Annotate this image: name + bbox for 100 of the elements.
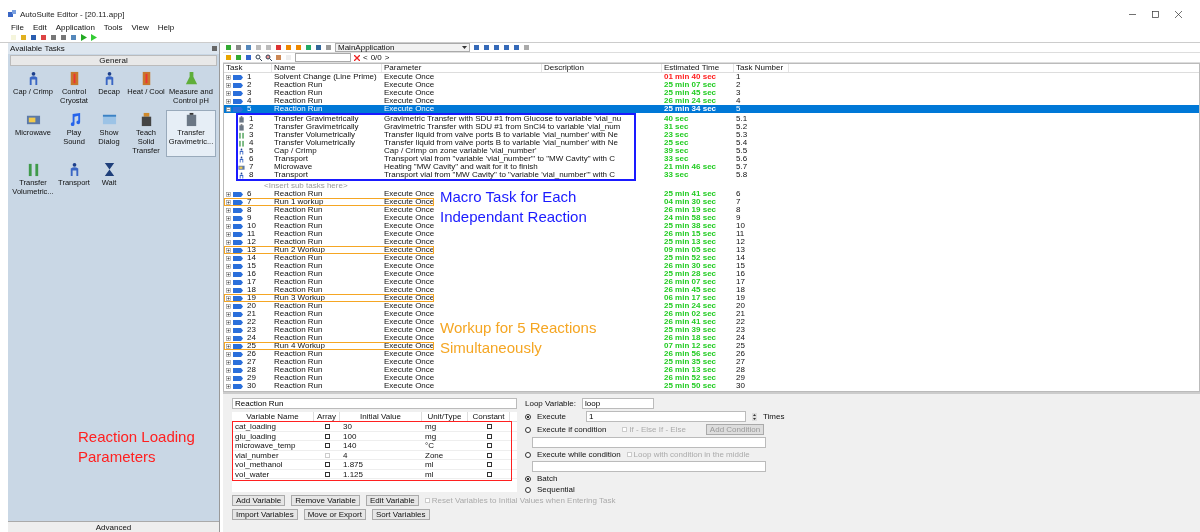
- expand-icon[interactable]: [226, 247, 231, 253]
- array-checkbox[interactable]: [324, 424, 330, 429]
- column-header[interactable]: Unit/Type: [422, 412, 468, 422]
- task-number: 21: [735, 310, 745, 318]
- next-button[interactable]: >: [384, 53, 390, 62]
- column-header[interactable]: Parameter: [382, 64, 542, 72]
- radio-button[interactable]: [525, 426, 531, 433]
- menu-item[interactable]: Tools: [103, 22, 123, 32]
- menu-item[interactable]: Edit: [32, 22, 47, 32]
- expand-icon[interactable]: [226, 82, 231, 88]
- constant-checkbox[interactable]: [486, 452, 492, 458]
- array-checkbox[interactable]: [324, 433, 330, 439]
- radio-button[interactable]: [525, 413, 531, 420]
- array-checkbox[interactable]: [324, 471, 330, 477]
- clear-icon[interactable]: [354, 54, 360, 61]
- menu-item[interactable]: Help: [157, 22, 175, 32]
- variable-button[interactable]: Move or Export: [303, 509, 366, 520]
- column-header[interactable]: Task: [224, 64, 272, 72]
- expand-icon[interactable]: [226, 375, 231, 381]
- expand-icon[interactable]: [226, 191, 231, 197]
- condition-field[interactable]: [532, 437, 766, 448]
- task-number: 5.8: [735, 171, 748, 179]
- expand-icon[interactable]: [226, 327, 231, 333]
- group-header[interactable]: General: [10, 55, 217, 66]
- constant-checkbox[interactable]: [486, 462, 492, 467]
- expand-icon[interactable]: [226, 287, 231, 293]
- array-checkbox[interactable]: [324, 443, 330, 448]
- expand-icon[interactable]: [226, 303, 231, 309]
- flask-icon: [183, 71, 199, 86]
- menu-item[interactable]: File: [11, 22, 24, 32]
- collapse-icon[interactable]: [226, 106, 231, 112]
- expand-icon[interactable]: [226, 271, 231, 277]
- constant-checkbox[interactable]: [486, 471, 492, 477]
- column-header[interactable]: Estimated Time: [662, 64, 734, 72]
- task-number: 23: [735, 326, 745, 334]
- menu-item[interactable]: Application: [55, 22, 95, 32]
- expand-icon[interactable]: [226, 199, 231, 205]
- radio-button[interactable]: [525, 475, 531, 482]
- column-header[interactable]: Name: [272, 64, 382, 72]
- column-header[interactable]: Description: [542, 64, 662, 72]
- menu-item[interactable]: View: [131, 22, 149, 32]
- column-header[interactable]: Initial Value: [340, 412, 422, 422]
- task-name: Reaction Run: [273, 81, 323, 89]
- task-index: 15: [246, 262, 256, 270]
- search-field[interactable]: [295, 53, 351, 62]
- array-checkbox[interactable]: [324, 462, 330, 467]
- search-icon[interactable]: [265, 54, 272, 61]
- task-index: 2: [248, 123, 254, 131]
- variable-button[interactable]: Edit Variable: [366, 495, 419, 506]
- loop-variable-field[interactable]: loop: [582, 398, 654, 409]
- estimated-time: 06 min 17 sec: [663, 294, 717, 302]
- expand-icon[interactable]: [226, 367, 231, 373]
- expand-icon[interactable]: [226, 231, 231, 237]
- expand-icon[interactable]: [226, 383, 231, 389]
- task-name-field[interactable]: Reaction Run: [232, 398, 517, 409]
- expand-icon[interactable]: [226, 311, 231, 317]
- close-icon[interactable]: [1175, 10, 1182, 18]
- variable-button[interactable]: Remove Variable: [291, 495, 360, 506]
- previous-button[interactable]: <: [363, 53, 368, 62]
- task-parameter: Gravimetric Transfer with SDU #1 from Glucose to variable 'vial_nu: [383, 115, 622, 123]
- expand-icon[interactable]: [226, 319, 231, 325]
- expand-icon[interactable]: [226, 335, 231, 341]
- expand-icon[interactable]: [226, 215, 231, 221]
- maximize-icon[interactable]: [1152, 10, 1159, 18]
- group-header[interactable]: Advanced: [8, 521, 219, 532]
- expand-icon[interactable]: [226, 74, 231, 80]
- variable-button[interactable]: Sort Variables: [371, 509, 430, 520]
- expand-icon[interactable]: [226, 263, 231, 269]
- constant-checkbox[interactable]: [486, 443, 492, 448]
- expand-icon[interactable]: [226, 343, 231, 349]
- search-icon[interactable]: [255, 54, 262, 61]
- task-name: Transfer Volumetrically: [273, 131, 356, 139]
- application-dropdown[interactable]: MainApplication: [335, 43, 470, 52]
- column-header[interactable]: Array: [314, 412, 340, 422]
- column-header[interactable]: Constant: [468, 412, 510, 422]
- spinner-icon[interactable]: [751, 412, 757, 421]
- expand-icon[interactable]: [226, 223, 231, 229]
- expand-icon[interactable]: [226, 359, 231, 365]
- expand-icon[interactable]: [226, 295, 231, 301]
- expand-icon[interactable]: [226, 255, 231, 261]
- estimated-time: 33 sec: [663, 171, 689, 179]
- estimated-time: 26 min 41 sec: [663, 318, 717, 326]
- expand-icon[interactable]: [226, 351, 231, 357]
- radio-button[interactable]: [525, 451, 531, 458]
- expand-icon[interactable]: [226, 90, 231, 96]
- task-name: Solvent Change (Line Prime): [273, 73, 377, 81]
- expand-icon[interactable]: [226, 239, 231, 245]
- column-header[interactable]: Task Number: [734, 64, 789, 72]
- expand-icon[interactable]: [226, 207, 231, 213]
- condition-field[interactable]: [532, 461, 766, 472]
- variable-button[interactable]: Add Variable: [232, 495, 286, 506]
- column-header[interactable]: Variable Name: [232, 412, 314, 422]
- constant-checkbox[interactable]: [486, 433, 492, 439]
- constant-checkbox[interactable]: [486, 424, 492, 429]
- radio-button[interactable]: [525, 486, 531, 493]
- times-field[interactable]: 1: [585, 411, 746, 422]
- expand-icon[interactable]: [226, 279, 231, 285]
- variable-button[interactable]: Import Variables: [232, 509, 298, 520]
- expand-icon[interactable]: [226, 98, 231, 104]
- selected-row[interactable]: 5 Reaction Run Execute Once 25 min 34 sec 5: [224, 105, 1199, 113]
